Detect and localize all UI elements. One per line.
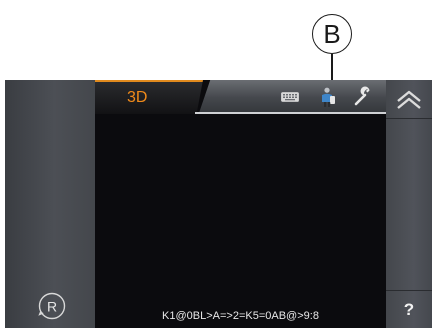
top-bar: 3D bbox=[95, 80, 386, 114]
left-panel: R bbox=[5, 80, 95, 328]
callout-label: B bbox=[323, 18, 341, 49]
keyboard-icon[interactable] bbox=[281, 92, 299, 102]
right-panel: ? bbox=[386, 80, 432, 328]
help-button[interactable]: ? bbox=[386, 291, 432, 328]
status-text: K1@0BL>A=>2=K5=0AB@>9:8 bbox=[162, 310, 319, 322]
person-icon[interactable] bbox=[319, 87, 337, 107]
right-panel-divider bbox=[386, 118, 432, 119]
tab-3d-label: 3D bbox=[127, 89, 148, 106]
callout-b: B bbox=[312, 14, 352, 54]
r-glyph: R bbox=[47, 299, 57, 315]
wrench-icon[interactable] bbox=[353, 86, 373, 106]
double-chevron-up-icon[interactable] bbox=[396, 90, 422, 110]
help-label: ? bbox=[403, 299, 415, 319]
registered-r-icon[interactable]: R bbox=[38, 292, 66, 320]
tray-underline bbox=[195, 112, 386, 114]
tab-3d[interactable]: 3D bbox=[95, 80, 203, 114]
device-screen: R 3D ? K1@0BL>A=>2=K5=0AB@>9:8 bbox=[5, 80, 432, 328]
